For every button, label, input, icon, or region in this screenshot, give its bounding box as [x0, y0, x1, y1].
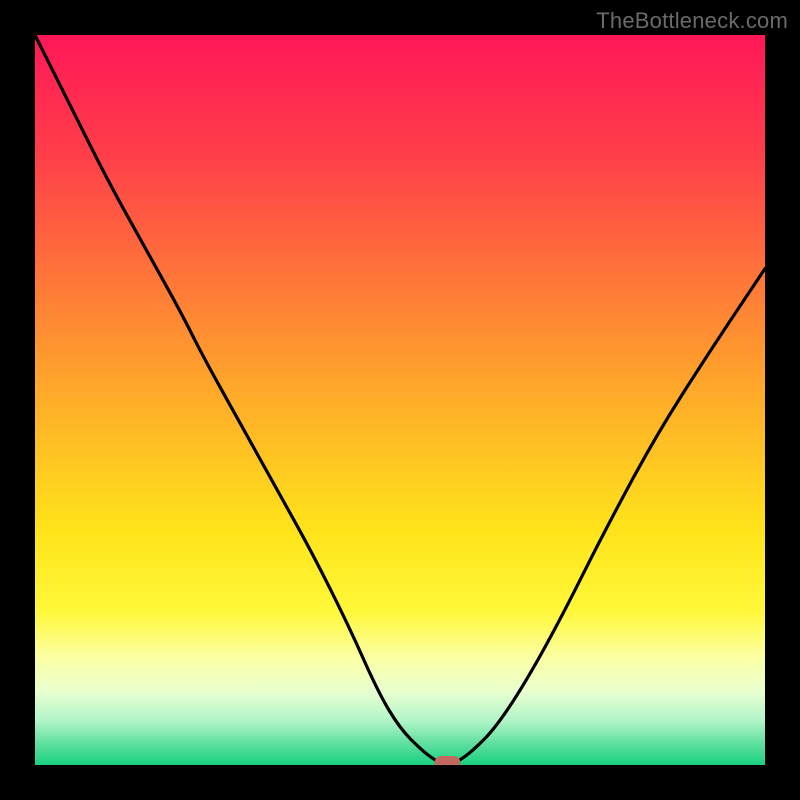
optimal-marker — [434, 756, 460, 765]
bottleneck-chart: TheBottleneck.com — [0, 0, 800, 800]
bottleneck-curve — [35, 35, 765, 764]
plot-area — [35, 35, 765, 765]
curve-layer — [35, 35, 765, 765]
watermark-text: TheBottleneck.com — [596, 8, 788, 34]
